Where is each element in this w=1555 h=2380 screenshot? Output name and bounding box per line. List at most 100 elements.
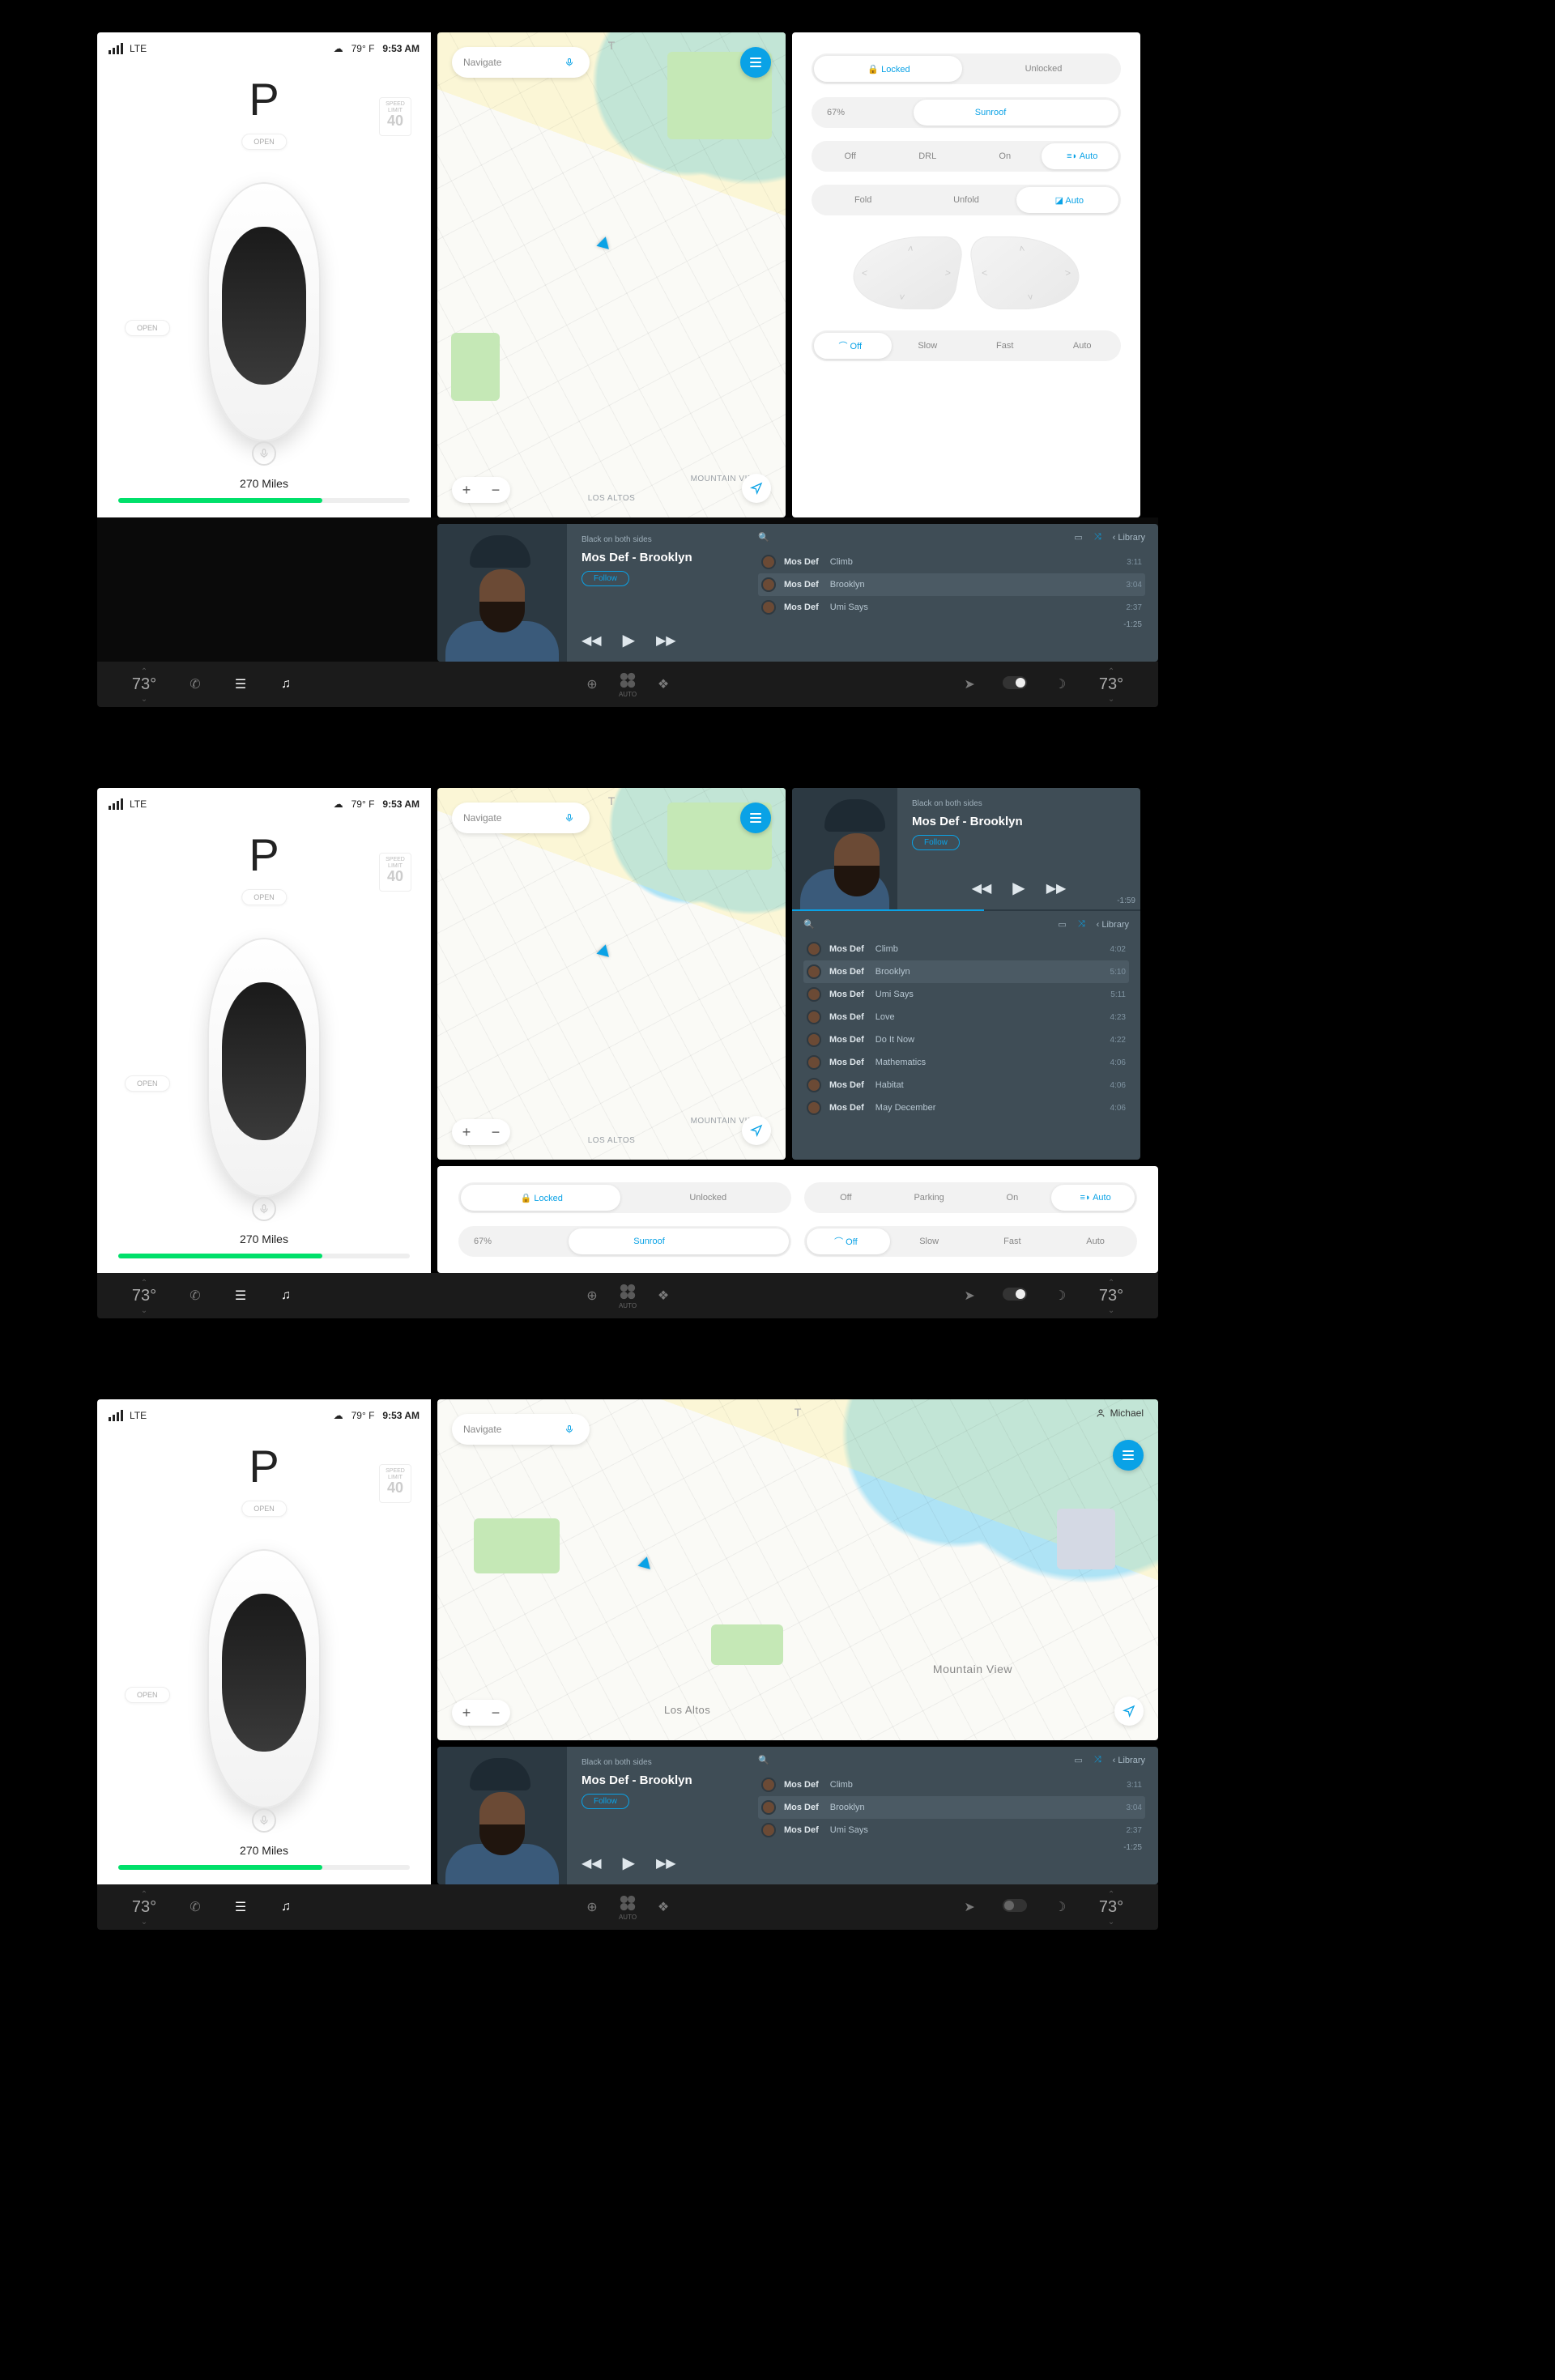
- shuffle-icon[interactable]: ⤨: [1094, 532, 1101, 543]
- library-link[interactable]: ‹ Library: [1097, 920, 1129, 930]
- search-icon[interactable]: 🔍: [758, 1755, 769, 1765]
- zoom-out-button[interactable]: −: [481, 1124, 510, 1141]
- map-panel[interactable]: T Mountain View Los Altos Navigate +−: [437, 788, 786, 1160]
- music-icon[interactable]: ♫: [267, 1288, 305, 1303]
- trunk-open-button[interactable]: OPEN: [125, 1075, 170, 1092]
- moon-icon[interactable]: ☽: [1042, 1899, 1079, 1915]
- track-row[interactable]: Mos DefMay December4:06: [803, 1096, 1129, 1119]
- map-search[interactable]: Navigate: [452, 1414, 590, 1445]
- recenter-button[interactable]: [742, 474, 771, 503]
- shuffle-icon[interactable]: ⤨: [1078, 919, 1085, 930]
- temp-right[interactable]: 73°: [1087, 1287, 1135, 1305]
- globe-icon[interactable]: ⊕: [573, 676, 611, 692]
- search-icon[interactable]: 🔍: [758, 532, 769, 543]
- queue-icon[interactable]: ▭: [1058, 919, 1066, 930]
- track-row[interactable]: Mos DefUmi Says2:37: [758, 1819, 1145, 1841]
- prev-button[interactable]: ◀◀: [582, 1855, 602, 1871]
- hvac-auto-button[interactable]: AUTO: [619, 1894, 637, 1921]
- track-row[interactable]: Mos DefBrooklyn3:04: [758, 1796, 1145, 1819]
- lights-auto[interactable]: ≡◗ Auto: [1044, 151, 1122, 161]
- nav-icon[interactable]: ➤: [951, 1899, 988, 1915]
- play-button[interactable]: ▶: [623, 630, 635, 650]
- mirrors-segment[interactable]: Fold Unfold ◪ Auto: [812, 185, 1121, 215]
- track-row[interactable]: Mos DefDo It Now4:22: [803, 1028, 1129, 1051]
- chevron-up-icon[interactable]: ˄: [1018, 243, 1025, 254]
- mirrors-fold[interactable]: Fold: [812, 195, 914, 205]
- chevron-down-icon[interactable]: ˅: [898, 292, 905, 303]
- prev-button[interactable]: ◀◀: [972, 880, 992, 896]
- zoom-in-button[interactable]: +: [452, 1124, 481, 1141]
- temp-right[interactable]: 73°: [1087, 675, 1135, 694]
- menu-icon[interactable]: ☰: [222, 676, 259, 692]
- phone-icon[interactable]: ✆: [177, 1899, 214, 1915]
- display-toggle[interactable]: [996, 1288, 1033, 1305]
- lights-off[interactable]: Off: [812, 151, 889, 161]
- mirror-left[interactable]: ˄ ˅ ˂ ˃: [847, 236, 965, 309]
- voice-button[interactable]: [252, 441, 276, 466]
- mirrors-unfold[interactable]: Unfold: [914, 195, 1017, 205]
- chevron-right-icon[interactable]: ˃: [1064, 267, 1071, 279]
- user-chip[interactable]: Michael: [1096, 1407, 1144, 1419]
- layers-icon[interactable]: ❖: [645, 1288, 682, 1304]
- frunk-open-button[interactable]: OPEN: [241, 1501, 287, 1517]
- zoom-in-button[interactable]: +: [452, 482, 481, 499]
- trunk-open-button[interactable]: OPEN: [125, 320, 170, 336]
- map-menu-button[interactable]: [740, 803, 771, 833]
- map-menu-button[interactable]: [1113, 1440, 1144, 1471]
- temp-right[interactable]: 73°: [1087, 1898, 1135, 1917]
- temp-left[interactable]: 73°: [120, 1287, 168, 1305]
- voice-button[interactable]: [252, 1808, 276, 1833]
- chevron-left-icon[interactable]: ˂: [861, 267, 868, 279]
- globe-icon[interactable]: ⊕: [573, 1899, 611, 1915]
- track-row[interactable]: Mos DefUmi Says2:37: [758, 596, 1145, 619]
- wipers-slow[interactable]: Slow: [889, 341, 967, 351]
- lock-toggle[interactable]: 🔒 Locked Unlocked: [812, 53, 1121, 84]
- follow-button[interactable]: Follow: [582, 571, 629, 586]
- menu-icon[interactable]: ☰: [222, 1288, 259, 1304]
- map-search[interactable]: Navigate: [452, 803, 590, 833]
- voice-button[interactable]: [252, 1197, 276, 1221]
- follow-button[interactable]: Follow: [582, 1794, 629, 1809]
- sunroof-slider[interactable]: 67%Sunroof: [458, 1226, 791, 1257]
- mic-icon[interactable]: [560, 1420, 578, 1438]
- recenter-button[interactable]: [742, 1116, 771, 1145]
- track-row[interactable]: Mos DefClimb3:11: [758, 1773, 1145, 1796]
- music-icon[interactable]: ♫: [267, 1900, 305, 1914]
- chevron-down-icon[interactable]: ˅: [1027, 292, 1034, 303]
- mirror-right[interactable]: ˄ ˅ ˂ ˃: [967, 236, 1085, 309]
- wipers-off[interactable]: ⌒ Off: [812, 339, 889, 352]
- wipers-auto[interactable]: Auto: [1044, 341, 1122, 351]
- queue-icon[interactable]: ▭: [1074, 1755, 1082, 1765]
- mirrors-auto[interactable]: ◪ Auto: [1018, 195, 1121, 206]
- next-button[interactable]: ▶▶: [656, 1855, 676, 1871]
- nav-icon[interactable]: ➤: [951, 676, 988, 692]
- sunroof-slider[interactable]: 67% Sunroof: [812, 97, 1121, 128]
- hvac-auto-button[interactable]: AUTO: [619, 1283, 637, 1309]
- wipers-fast[interactable]: Fast: [966, 341, 1044, 351]
- menu-icon[interactable]: ☰: [222, 1899, 259, 1915]
- queue-icon[interactable]: ▭: [1074, 532, 1082, 543]
- map-panel[interactable]: T Mountain View Los Altos Navigate + −: [437, 32, 786, 517]
- track-row[interactable]: Mos DefBrooklyn5:10: [803, 960, 1129, 983]
- globe-icon[interactable]: ⊕: [573, 1288, 611, 1304]
- temp-left[interactable]: 73°: [120, 1898, 168, 1917]
- track-row[interactable]: Mos DefBrooklyn3:04: [758, 573, 1145, 596]
- lights-drl[interactable]: DRL: [889, 151, 967, 161]
- moon-icon[interactable]: ☽: [1042, 1288, 1079, 1304]
- recenter-button[interactable]: [1114, 1697, 1144, 1726]
- wipers-segment[interactable]: ⌒ OffSlowFastAuto: [804, 1226, 1137, 1257]
- wipers-segment[interactable]: ⌒ Off Slow Fast Auto: [812, 330, 1121, 361]
- next-button[interactable]: ▶▶: [656, 632, 676, 649]
- library-link[interactable]: ‹ Library: [1113, 1756, 1145, 1765]
- track-row[interactable]: Mos DefLove4:23: [803, 1006, 1129, 1028]
- chevron-right-icon[interactable]: ˃: [944, 267, 952, 279]
- track-row[interactable]: Mos DefClimb4:02: [803, 938, 1129, 960]
- map-menu-button[interactable]: [740, 47, 771, 78]
- track-row[interactable]: Mos DefClimb3:11: [758, 551, 1145, 573]
- zoom-out-button[interactable]: −: [481, 482, 510, 499]
- display-toggle[interactable]: [996, 1899, 1033, 1916]
- layers-icon[interactable]: ❖: [645, 676, 682, 692]
- layers-icon[interactable]: ❖: [645, 1899, 682, 1915]
- trunk-open-button[interactable]: OPEN: [125, 1687, 170, 1703]
- zoom-out-button[interactable]: −: [481, 1705, 510, 1722]
